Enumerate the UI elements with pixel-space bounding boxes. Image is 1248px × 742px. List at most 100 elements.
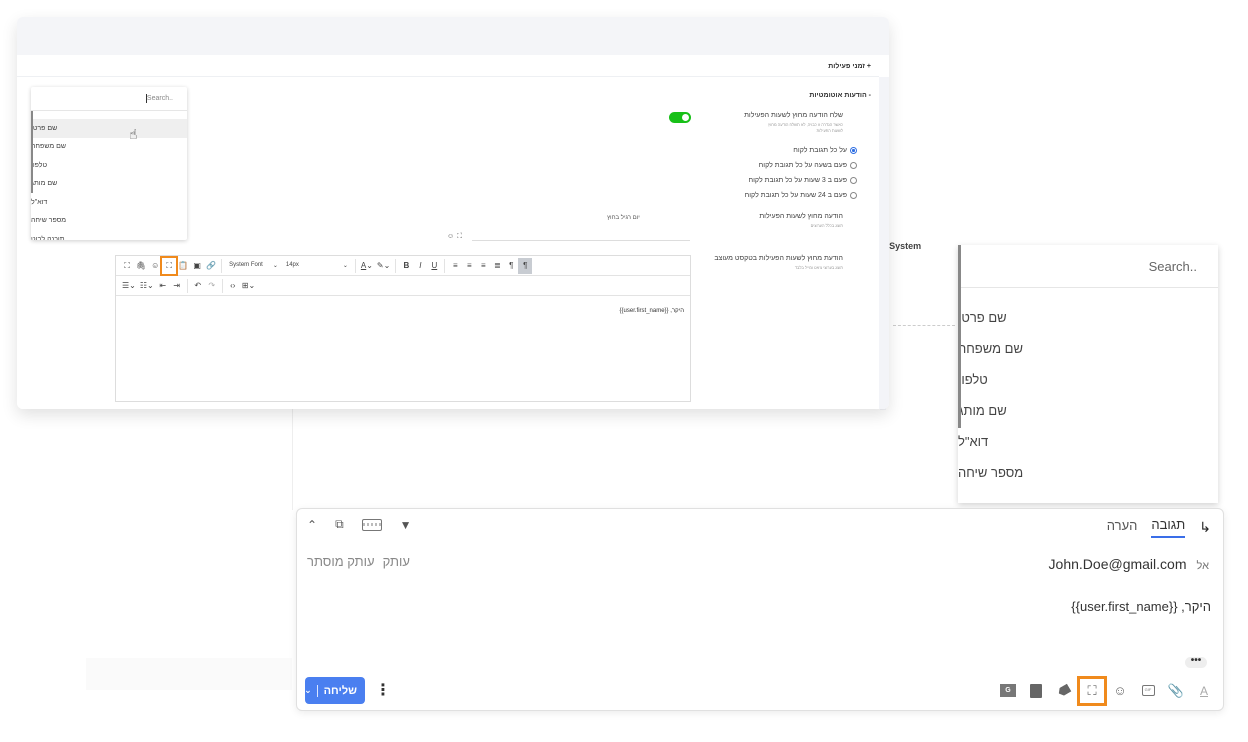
reply-arrow-icon[interactable]: ↳ bbox=[1199, 519, 1211, 536]
search-placeholder: Search.. bbox=[146, 95, 173, 102]
undo-icon[interactable]: ↶ bbox=[191, 278, 205, 294]
redo-icon[interactable]: ↷ bbox=[205, 278, 219, 294]
link-icon[interactable]: 🔗 bbox=[204, 258, 218, 274]
section-business-hours[interactable]: + זמני פעילות bbox=[828, 63, 871, 70]
dropdown-item[interactable]: מספר שיחה bbox=[958, 457, 1218, 488]
to-row: אל John.Doe@gmail.com bbox=[1049, 556, 1209, 572]
more-options-button[interactable]: ••• bbox=[1185, 656, 1207, 668]
dropdown-item[interactable]: שם משפחה bbox=[958, 333, 1218, 364]
message-outside-input[interactable]: יום רגיל בחוץ bbox=[607, 215, 640, 221]
attachment-icon[interactable]: 📎 bbox=[1167, 682, 1185, 700]
font-family-value: System Font bbox=[229, 262, 263, 268]
dropdown-item[interactable]: טלפון bbox=[958, 364, 1218, 395]
dropdown-item[interactable]: שם פרטי bbox=[958, 302, 1218, 333]
popout-icon[interactable]: ⧉ bbox=[335, 517, 344, 532]
toolbar-divider bbox=[395, 258, 397, 273]
attachment-icon[interactable]: 🖇 bbox=[134, 258, 148, 274]
editor-toolbar-row-2: ☰⌄ ☷⌄ ⇤ ⇥ ↶ ↷ ‹› ⊞⌄ bbox=[116, 276, 690, 296]
radio-button[interactable] bbox=[850, 162, 857, 169]
dropdown-scrollbar[interactable] bbox=[31, 111, 33, 193]
numbered-list-icon[interactable]: ☷⌄ bbox=[138, 278, 156, 294]
bold-icon[interactable]: B bbox=[399, 258, 413, 274]
dropdown-item[interactable]: טלפון bbox=[31, 156, 187, 175]
paste-icon[interactable]: 📋 bbox=[176, 258, 190, 274]
variable-icon[interactable]: ⛶ bbox=[457, 233, 462, 241]
outdent-icon[interactable]: ⇤ bbox=[156, 278, 170, 294]
rich-text-editor[interactable]: ⛶ 🖇 ☺ ⛶ 📋 ▣ 🔗 System Font ⌄ 14px ⌄ A ⌄ ✎⌄ B… bbox=[115, 255, 691, 402]
settings-panel: + זמני פעילות - הודעות אוטומטיות שלח הוד… bbox=[17, 17, 889, 409]
dropdown-search-input[interactable]: Search.. bbox=[31, 87, 187, 111]
bcc-button[interactable]: עותק מוסתר bbox=[307, 554, 375, 569]
indent-icon[interactable]: ⇥ bbox=[170, 278, 184, 294]
knowledge-book-icon[interactable] bbox=[1027, 682, 1045, 700]
fullscreen-icon[interactable]: ⛶ bbox=[120, 258, 134, 274]
text-format-icon[interactable]: A bbox=[1195, 682, 1213, 700]
font-size-select[interactable]: 14px ⌄ bbox=[282, 262, 352, 269]
outside-hours-subtitle: כאשר הגדרה זו כבויה, לא תשלח הודעה מחוץ … bbox=[768, 122, 843, 133]
rtl-icon[interactable]: ¶ bbox=[518, 257, 533, 274]
align-center-icon[interactable]: ≡ bbox=[462, 258, 476, 274]
settings-scroll-rail[interactable] bbox=[879, 77, 889, 409]
radio-button[interactable] bbox=[850, 177, 857, 184]
message-outside-underline bbox=[472, 240, 690, 241]
text-color-icon[interactable]: A ⌄ bbox=[359, 258, 375, 274]
kebab-menu-icon[interactable]: ⋮ bbox=[375, 680, 391, 700]
tag-icon[interactable] bbox=[1055, 682, 1073, 700]
editor-content[interactable]: היקר, {{user.first_name}} bbox=[620, 308, 685, 314]
to-field[interactable]: John.Doe@gmail.com bbox=[1049, 556, 1187, 572]
dropdown-item[interactable]: מספר שיחה bbox=[31, 212, 187, 231]
dropdown-item[interactable]: שם משפחה bbox=[31, 138, 187, 157]
align-justify-icon[interactable]: ≣ bbox=[490, 258, 504, 274]
settings-header-band bbox=[17, 17, 889, 55]
filter-icon[interactable]: ▼ bbox=[400, 518, 412, 532]
radio-option-24-hours[interactable]: פעם ב 24 שעות על כל תגובת לקוח bbox=[745, 192, 857, 199]
emoji-icon[interactable]: ☺ bbox=[1111, 682, 1129, 700]
tab-note[interactable]: הערה bbox=[1107, 518, 1138, 537]
radio-button[interactable] bbox=[850, 192, 857, 199]
italic-icon[interactable]: I bbox=[413, 258, 427, 274]
variable-icon[interactable]: ⛶ bbox=[1077, 675, 1107, 706]
emoji-icon[interactable]: ☺ bbox=[447, 233, 454, 241]
dropdown-search-input[interactable]: Search.. bbox=[958, 245, 1218, 288]
emoji-icon[interactable]: ☺ bbox=[148, 258, 162, 274]
radio-option-hourly[interactable]: פעם בשעה על כל תגובת לקוח bbox=[759, 162, 857, 169]
image-icon[interactable]: ▣ bbox=[190, 258, 204, 274]
align-left-icon[interactable]: ≡ bbox=[448, 258, 462, 274]
background-ghost bbox=[86, 658, 292, 690]
outside-hours-toggle[interactable] bbox=[669, 112, 691, 123]
send-button[interactable]: שליחה ⌄ bbox=[304, 677, 365, 704]
underline-icon[interactable]: U bbox=[427, 258, 441, 274]
radio-option-3-hours[interactable]: פעם ב 3 שעות על כל תגובת לקוח bbox=[749, 177, 857, 184]
dropdown-scrollbar[interactable] bbox=[958, 245, 961, 428]
gif-icon[interactable]: GIF bbox=[1139, 682, 1157, 700]
keyboard-icon[interactable] bbox=[361, 518, 382, 531]
radio-option-every-reply[interactable]: על כל תגובת לקוח bbox=[793, 147, 857, 154]
dropdown-item[interactable]: דוא"ל bbox=[958, 426, 1218, 457]
highlight-color-icon[interactable]: ✎⌄ bbox=[375, 258, 392, 274]
variable-icon[interactable]: ⛶ bbox=[160, 255, 179, 276]
dropdown-item[interactable]: שם פרטי bbox=[31, 119, 187, 138]
chevron-down-icon: ⌄ bbox=[272, 263, 278, 269]
align-right-icon[interactable]: ≡ bbox=[476, 258, 490, 274]
radio-button[interactable] bbox=[850, 147, 857, 154]
collapse-icon[interactable]: ⌃ bbox=[307, 518, 317, 532]
section-auto-messages[interactable]: - הודעות אוטומטיות bbox=[809, 92, 871, 99]
tab-reply[interactable]: תגובה bbox=[1151, 517, 1186, 538]
chevron-down-icon[interactable]: ⌄ bbox=[299, 685, 317, 696]
dropdown-item[interactable]: שם מותג bbox=[958, 395, 1218, 426]
code-icon[interactable]: ‹› bbox=[226, 278, 240, 294]
cc-button[interactable]: עותק bbox=[383, 554, 410, 569]
dropdown-item[interactable]: תוכנה לבוט bbox=[31, 230, 187, 240]
ltr-icon[interactable]: ¶ bbox=[504, 258, 518, 274]
dropdown-item[interactable]: שם מותג bbox=[31, 175, 187, 194]
chevron-down-icon: ⌄ bbox=[342, 263, 348, 269]
message-body[interactable]: היקר, {{user.first_name}} bbox=[1071, 599, 1211, 614]
translate-icon[interactable]: G bbox=[999, 682, 1017, 700]
dropdown-list: שם פרטי שם משפחה טלפון שם מותג דוא"ל מספ… bbox=[31, 111, 187, 240]
font-family-select[interactable]: System Font ⌄ bbox=[225, 262, 282, 269]
table-icon[interactable]: ⊞⌄ bbox=[240, 278, 257, 294]
dropdown-item[interactable]: דוא"ל bbox=[31, 193, 187, 212]
to-label: אל bbox=[1196, 560, 1209, 572]
bullet-list-icon[interactable]: ☰⌄ bbox=[120, 278, 138, 294]
section-hours-row[interactable] bbox=[17, 55, 879, 77]
